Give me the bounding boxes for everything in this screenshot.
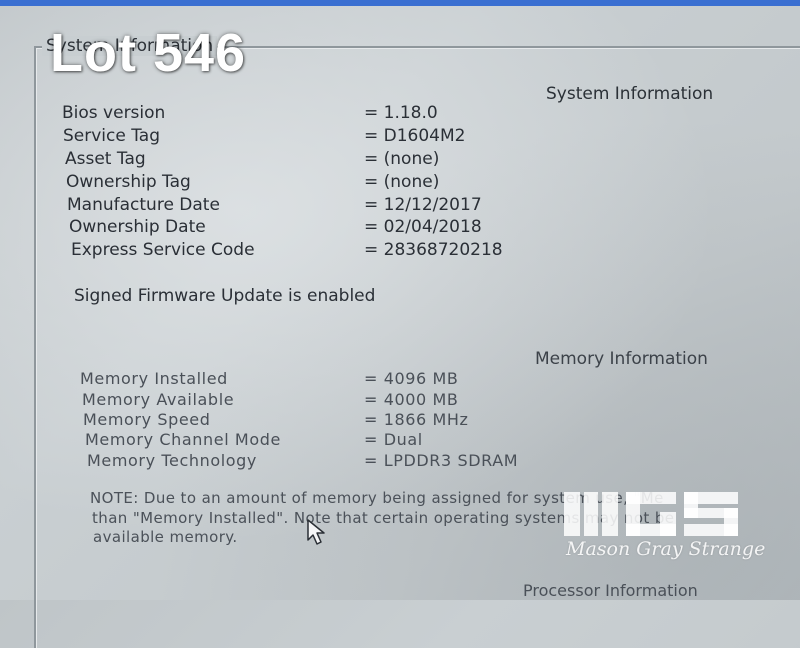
row-label: Memory Available	[82, 390, 235, 409]
memory-information-heading: Memory Information	[535, 349, 708, 369]
row-label: Memory Technology	[87, 451, 257, 470]
row-value: = 28368720218	[364, 240, 503, 260]
mouse-cursor-icon	[307, 519, 325, 545]
row-label: Ownership Date	[69, 217, 206, 237]
firmware-update-status: Signed Firmware Update is enabled	[74, 286, 376, 306]
row-label: Express Service Code	[71, 240, 255, 260]
row-value: = LPDDR3 SDRAM	[364, 451, 519, 470]
processor-information-heading: Processor Information	[523, 581, 698, 600]
memory-note-line: available memory.	[93, 528, 238, 546]
row-value: = (none)	[364, 149, 440, 169]
row-label: Asset Tag	[65, 149, 146, 169]
watermark-caption: Mason Gray Strange	[566, 538, 766, 560]
row-label: Service Tag	[63, 126, 161, 146]
system-information-heading: System Information	[546, 84, 714, 104]
row-label: Ownership Tag	[66, 172, 191, 192]
row-value: = 1866 MHz	[364, 410, 469, 429]
row-value: = 4000 MB	[364, 390, 459, 409]
row-label: Memory Speed	[83, 410, 211, 429]
row-value: = 12/12/2017	[364, 195, 482, 215]
lot-number-overlay: Lot 546	[50, 23, 247, 83]
row-value: = 02/04/2018	[364, 217, 482, 237]
row-label: Memory Installed	[80, 369, 228, 388]
row-value: = 4096 MB	[364, 369, 459, 388]
row-value: = 1.18.0	[364, 103, 438, 123]
title-bar-accent	[0, 0, 800, 6]
row-value: = Dual	[364, 430, 423, 449]
row-value: = D1604M2	[364, 126, 466, 146]
row-label: Memory Channel Mode	[85, 430, 281, 449]
row-label: Manufacture Date	[67, 195, 220, 215]
row-label: Bios version	[62, 103, 166, 123]
row-value: = (none)	[364, 172, 440, 192]
